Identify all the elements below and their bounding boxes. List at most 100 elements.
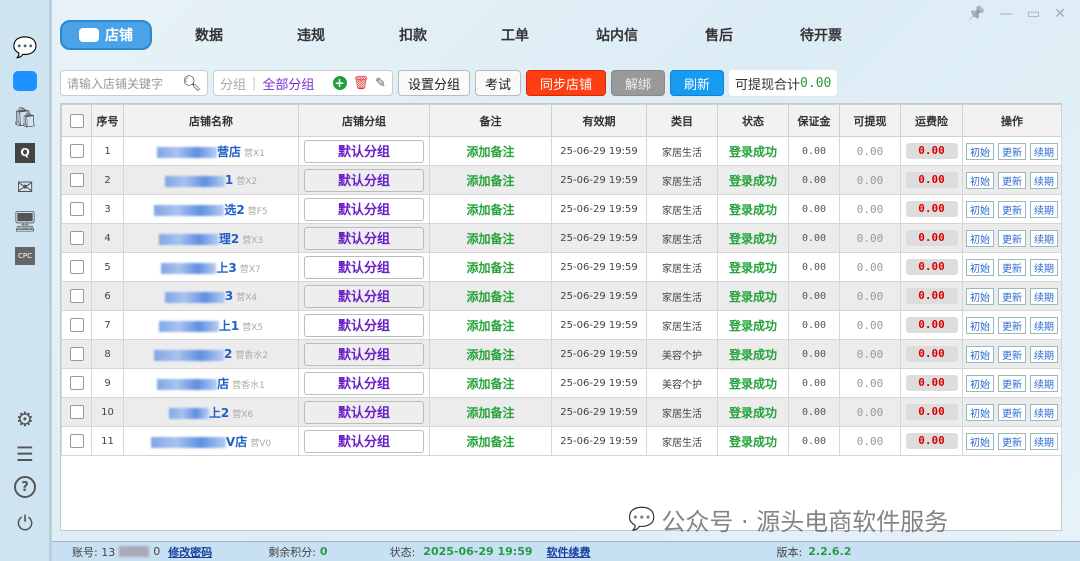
group-select[interactable]: 默认分组 <box>304 284 424 308</box>
search-icon[interactable]: 🔍︎ <box>182 74 201 92</box>
init-button[interactable]: 初始 <box>966 345 994 363</box>
init-button[interactable]: 初始 <box>966 229 994 247</box>
row-checkbox[interactable] <box>69 202 84 216</box>
tab-deduction[interactable]: 扣款 <box>362 20 464 50</box>
sync-shop-button[interactable]: 同步店铺 <box>526 70 607 96</box>
shop-name-cell[interactable]: 店营香水1 <box>123 368 299 398</box>
add-note-link[interactable]: 添加备注 <box>466 261 514 275</box>
monitor-icon[interactable]: 🖥 <box>12 208 38 234</box>
renew-button[interactable]: 续期 <box>1030 142 1058 160</box>
add-note-link[interactable]: 添加备注 <box>466 319 514 333</box>
shop-name-cell[interactable]: 选2 营F5 <box>123 194 299 224</box>
renew-button[interactable]: 续期 <box>1030 287 1058 305</box>
group-select[interactable]: 默认分组 <box>304 429 424 453</box>
add-note-link[interactable]: 添加备注 <box>466 174 514 188</box>
add-note-link[interactable]: 添加备注 <box>466 145 514 159</box>
shop-name-cell[interactable]: 上2 营X6 <box>123 397 299 427</box>
add-note-link[interactable]: 添加备注 <box>466 348 514 362</box>
init-button[interactable]: 初始 <box>966 432 994 450</box>
add-note-link[interactable]: 添加备注 <box>466 232 514 246</box>
refresh-button[interactable]: 刷新 <box>670 70 725 96</box>
product-search-icon[interactable]: 🛍 <box>12 104 38 130</box>
group-select[interactable]: 默认分组 <box>304 342 424 366</box>
init-button[interactable]: 初始 <box>966 287 994 305</box>
group-select[interactable]: 默认分组 <box>304 226 424 250</box>
group-select[interactable]: 默认分组 <box>304 400 424 424</box>
group-select[interactable]: 默认分组 <box>304 168 424 192</box>
update-button[interactable]: 更新 <box>998 374 1026 392</box>
group-select[interactable]: 默认分组 <box>304 313 424 337</box>
renew-button[interactable]: 续期 <box>1030 229 1058 247</box>
row-checkbox[interactable] <box>69 289 84 303</box>
tab-aftersale[interactable]: 售后 <box>668 20 770 50</box>
renew-software-link[interactable]: 软件续费 <box>547 544 591 560</box>
add-note-link[interactable]: 添加备注 <box>466 290 514 304</box>
shop-name-cell[interactable]: 1 营X2 <box>123 165 299 195</box>
change-password-link[interactable]: 修改密码 <box>168 544 212 560</box>
update-button[interactable]: 更新 <box>998 287 1026 305</box>
log-icon[interactable]: ☰ <box>12 441 38 467</box>
delete-icon[interactable]: 🗑︎ <box>353 76 370 91</box>
group-select[interactable]: 全部分组 <box>262 74 314 93</box>
chat-icon[interactable]: 💬 <box>12 34 38 60</box>
renew-button[interactable]: 续期 <box>1030 200 1058 218</box>
add-icon[interactable]: + <box>332 76 347 90</box>
row-checkbox[interactable] <box>69 318 84 332</box>
renew-button[interactable]: 续期 <box>1030 403 1058 421</box>
tab-invoice[interactable]: 待开票 <box>770 20 872 50</box>
tab-messages[interactable]: 站内信 <box>566 20 668 50</box>
renew-button[interactable]: 续期 <box>1030 171 1058 189</box>
add-note-link[interactable]: 添加备注 <box>466 435 514 449</box>
edit-icon[interactable]: ✎ <box>375 76 386 91</box>
update-button[interactable]: 更新 <box>998 403 1026 421</box>
renew-button[interactable]: 续期 <box>1030 316 1058 334</box>
exam-button[interactable]: 考试 <box>475 70 522 96</box>
group-select[interactable]: 默认分组 <box>304 139 424 163</box>
group-select[interactable]: 默认分组 <box>304 371 424 395</box>
shop-name-cell[interactable]: 2 营香水2 <box>123 339 299 369</box>
init-button[interactable]: 初始 <box>966 258 994 276</box>
row-checkbox[interactable] <box>69 405 84 419</box>
row-checkbox[interactable] <box>69 347 84 361</box>
renew-button[interactable]: 续期 <box>1030 374 1058 392</box>
power-icon[interactable]: ⏻ <box>12 510 38 536</box>
init-button[interactable]: 初始 <box>966 171 994 189</box>
close-icon[interactable]: ✕ <box>1054 6 1066 22</box>
cpc-icon[interactable]: CPC <box>12 243 38 269</box>
add-note-link[interactable]: 添加备注 <box>466 406 514 420</box>
group-select[interactable]: 默认分组 <box>304 197 424 221</box>
renew-button[interactable]: 续期 <box>1030 258 1058 276</box>
shop-icon[interactable] <box>12 68 38 94</box>
pin-icon[interactable]: 📌 <box>968 6 985 22</box>
update-button[interactable]: 更新 <box>998 316 1026 334</box>
update-button[interactable]: 更新 <box>998 432 1026 450</box>
maximize-icon[interactable]: ▭ <box>1027 6 1040 22</box>
init-button[interactable]: 初始 <box>966 142 994 160</box>
update-button[interactable]: 更新 <box>998 258 1026 276</box>
group-select[interactable]: 默认分组 <box>304 255 424 279</box>
shop-name-cell[interactable]: 3 营X4 <box>123 281 299 311</box>
select-all-checkbox[interactable] <box>69 113 84 128</box>
qa-icon[interactable]: Q <box>12 140 38 166</box>
init-button[interactable]: 初始 <box>966 374 994 392</box>
settings-icon[interactable]: ⚙ <box>12 406 38 432</box>
row-checkbox[interactable] <box>69 434 84 448</box>
init-button[interactable]: 初始 <box>966 200 994 218</box>
tab-shop[interactable]: 店铺 <box>60 20 152 50</box>
update-button[interactable]: 更新 <box>998 229 1026 247</box>
tab-data[interactable]: 数据 <box>158 20 260 50</box>
shop-name-cell[interactable]: 理2 营X3 <box>123 223 299 253</box>
update-button[interactable]: 更新 <box>998 345 1026 363</box>
search-input[interactable]: 请输入店铺关键字 🔍︎ <box>60 70 208 96</box>
update-button[interactable]: 更新 <box>998 142 1026 160</box>
shop-name-cell[interactable]: 上3 营X7 <box>123 252 299 282</box>
tab-violation[interactable]: 违规 <box>260 20 362 50</box>
row-checkbox[interactable] <box>69 144 84 158</box>
update-button[interactable]: 更新 <box>998 200 1026 218</box>
shop-name-cell[interactable]: V店 营V0 <box>123 426 299 456</box>
init-button[interactable]: 初始 <box>966 316 994 334</box>
update-button[interactable]: 更新 <box>998 171 1026 189</box>
shop-name-cell[interactable]: 营店 营X1 <box>123 136 299 166</box>
init-button[interactable]: 初始 <box>966 403 994 421</box>
minimize-icon[interactable]: — <box>999 6 1013 22</box>
